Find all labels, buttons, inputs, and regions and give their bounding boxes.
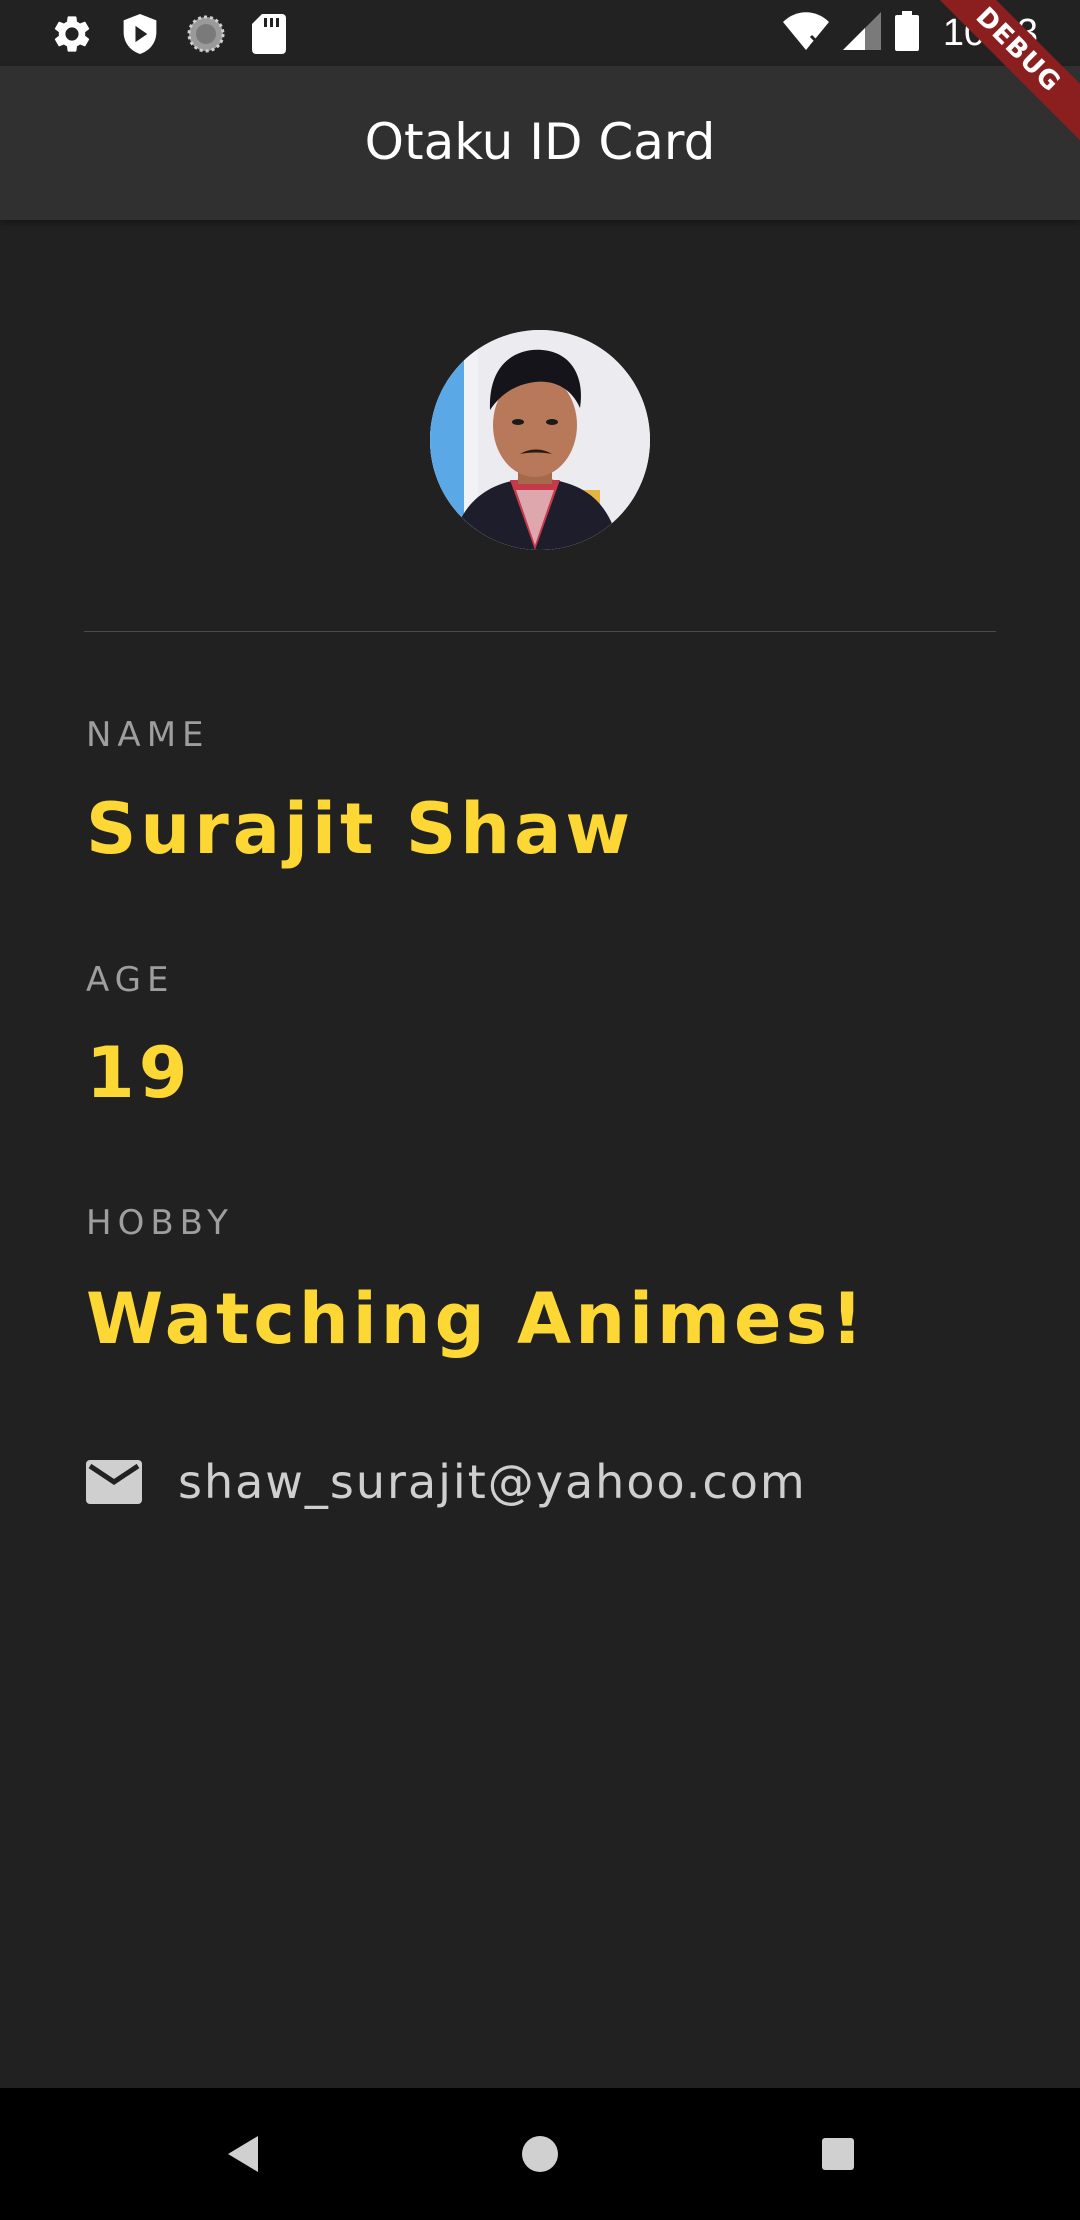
email-text[interactable]: shaw_surajit@yahoo.com (178, 1452, 807, 1512)
home-icon (522, 2136, 558, 2172)
age-value: 19 (86, 1032, 192, 1114)
avatar (430, 330, 650, 550)
email-row: shaw_surajit@yahoo.com (86, 1452, 807, 1512)
home-button[interactable] (508, 2122, 572, 2186)
hobby-value: Watching Animes! (86, 1278, 868, 1360)
email-icon (86, 1460, 142, 1504)
signal-icon (842, 12, 881, 54)
settings-icon (50, 12, 94, 56)
navigation-bar (0, 2088, 1080, 2220)
name-value: Surajit Shaw (86, 788, 634, 870)
battery-icon (894, 11, 919, 55)
recents-button[interactable] (806, 2122, 870, 2186)
divider (84, 631, 996, 632)
profile-photo (430, 330, 650, 550)
back-icon (228, 2136, 258, 2172)
status-left-icons (50, 12, 286, 56)
wifi-icon (782, 12, 829, 54)
page-title: Otaku ID Card (364, 113, 716, 171)
age-label: AGE (86, 960, 175, 1000)
loading-circle-icon (186, 14, 226, 54)
name-label: NAME (86, 715, 210, 755)
hobby-label: HOBBY (86, 1203, 234, 1243)
status-bar: 10:53 (0, 0, 1080, 66)
shield-play-icon (120, 12, 160, 56)
sd-card-icon (252, 14, 286, 54)
app-bar: Otaku ID Card (0, 66, 1080, 220)
recents-icon (822, 2138, 854, 2170)
back-button[interactable] (210, 2122, 274, 2186)
